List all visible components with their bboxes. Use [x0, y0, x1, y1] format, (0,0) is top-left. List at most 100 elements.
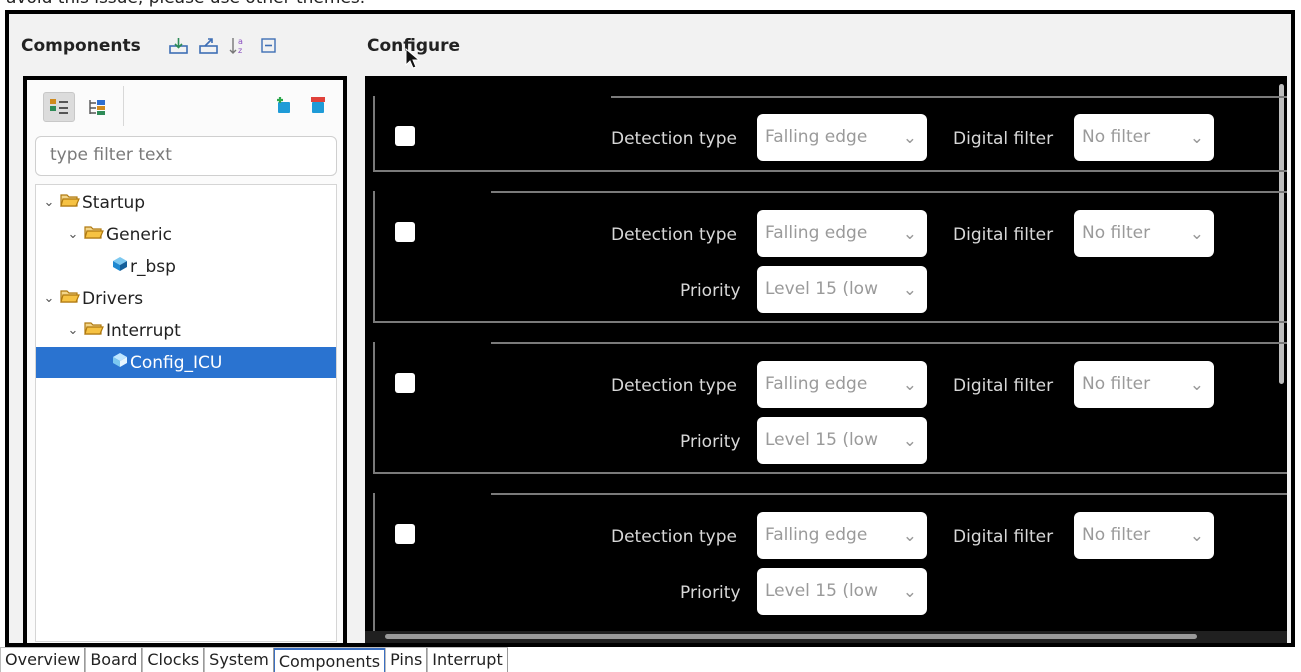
chevron-down-icon: ⌄ [1189, 128, 1204, 148]
irq-enable-checkbox[interactable] [395, 373, 415, 393]
detection-type-label: Detection type [611, 129, 737, 149]
group-border [491, 493, 1287, 495]
digital-filter-select[interactable]: No filter ⌄ [1074, 114, 1214, 161]
sort-icon[interactable]: az [229, 36, 248, 55]
components-panel: type filter text ⌄ Startup ⌄ Generic r_b… [23, 76, 347, 647]
priority-select[interactable]: Level 15 (low ⌄ [757, 417, 927, 464]
components-view-icon[interactable] [43, 92, 75, 122]
priority-select[interactable]: Level 15 (low ⌄ [757, 266, 927, 313]
chevron-down-icon: ⌄ [1189, 224, 1204, 244]
svg-text:a: a [238, 37, 243, 46]
component-icon [112, 256, 128, 277]
tree-item-config-icu[interactable]: Config_ICU [36, 347, 336, 378]
chevron-down-icon: ⌄ [902, 375, 917, 395]
view-tabs [43, 92, 113, 122]
tab-system[interactable]: System [204, 648, 274, 672]
group-border [611, 96, 1287, 98]
group-border [373, 170, 1287, 172]
tab-pins[interactable]: Pins [385, 648, 428, 672]
folder-open-icon [84, 224, 104, 245]
background-caption: avoid this issue, please use other theme… [6, 0, 365, 8]
chevron-down-icon[interactable]: ⌄ [42, 195, 56, 210]
export-icon[interactable] [199, 36, 218, 55]
horizontal-scrollbar[interactable] [385, 634, 1197, 639]
component-actions [275, 96, 327, 118]
tab-interrupt[interactable]: Interrupt [427, 648, 508, 672]
group-border [373, 191, 375, 321]
chevron-down-icon[interactable]: ⌄ [66, 227, 80, 242]
group-border [491, 191, 1287, 193]
components-header: Components az [9, 14, 353, 76]
component-tree: ⌄ Startup ⌄ Generic r_bsp ⌄ Drivers ⌄ In… [35, 184, 337, 642]
digital-filter-select[interactable]: No filter ⌄ [1074, 512, 1214, 559]
filter-input[interactable]: type filter text [35, 136, 337, 176]
detection-type-select[interactable]: Falling edge ⌄ [757, 210, 927, 257]
configure-panel: Detection type Falling edge ⌄ Digital fil… [365, 76, 1287, 634]
folder-open-icon [60, 192, 80, 213]
import-icon[interactable] [169, 36, 188, 55]
horizontal-scrollbar-track [365, 631, 1287, 643]
hierarchy-view-icon[interactable] [81, 92, 113, 122]
tree-item-generic[interactable]: ⌄ Generic [36, 219, 336, 250]
chevron-down-icon: ⌄ [902, 224, 917, 244]
digital-filter-label: Digital filter [953, 225, 1054, 245]
select-value: Falling edge [765, 525, 868, 545]
chevron-down-icon[interactable]: ⌄ [42, 291, 56, 306]
detection-type-select[interactable]: Falling edge ⌄ [757, 114, 927, 161]
detection-type-select[interactable]: Falling edge ⌄ [757, 512, 927, 559]
remove-component-icon[interactable] [309, 96, 327, 118]
select-value: Level 15 (low [765, 279, 878, 299]
priority-label: Priority [680, 583, 741, 603]
select-value: Level 15 (low [765, 430, 878, 450]
digital-filter-select[interactable]: No filter ⌄ [1074, 361, 1214, 408]
tree-item-label: Startup [82, 192, 146, 213]
tree-item-label: Drivers [82, 288, 144, 309]
chevron-down-icon: ⌄ [902, 128, 917, 148]
priority-label: Priority [680, 281, 741, 301]
irq-enable-checkbox[interactable] [395, 126, 415, 146]
irq-enable-checkbox[interactable] [395, 222, 415, 242]
digital-filter-label: Digital filter [953, 376, 1054, 396]
tab-clocks[interactable]: Clocks [142, 648, 205, 672]
smart-configurator-window: Components az type filter text ⌄ Startup… [5, 10, 1295, 647]
configure-header: Configure [353, 14, 1291, 76]
digital-filter-label: Digital filter [953, 527, 1054, 547]
chevron-down-icon: ⌄ [902, 431, 917, 451]
tree-item-drivers[interactable]: ⌄ Drivers [36, 283, 336, 314]
components-toolbar: az [169, 36, 278, 55]
group-border [373, 472, 1287, 474]
tree-item-interrupt[interactable]: ⌄ Interrupt [36, 315, 336, 346]
irq-enable-checkbox[interactable] [395, 524, 415, 544]
chevron-down-icon: ⌄ [1189, 375, 1204, 395]
chevron-down-icon: ⌄ [902, 280, 917, 300]
tab-overview[interactable]: Overview [0, 648, 86, 672]
tree-item-label: Config_ICU [130, 352, 223, 373]
select-value: No filter [1082, 374, 1151, 394]
detection-type-select[interactable]: Falling edge ⌄ [757, 361, 927, 408]
chevron-down-icon[interactable]: ⌄ [66, 323, 80, 338]
detection-type-label: Detection type [611, 225, 737, 245]
editor-tabs: Overview Board Clocks System Components … [0, 647, 508, 672]
component-icon [112, 352, 128, 373]
select-value: Level 15 (low [765, 581, 878, 601]
select-value: No filter [1082, 127, 1151, 147]
collapse-all-icon[interactable] [259, 36, 278, 55]
folder-open-icon [84, 320, 104, 341]
add-component-icon[interactable] [275, 96, 293, 118]
select-value: Falling edge [765, 223, 868, 243]
chevron-down-icon: ⌄ [1189, 526, 1204, 546]
priority-select[interactable]: Level 15 (low ⌄ [757, 568, 927, 615]
select-value: No filter [1082, 223, 1151, 243]
digital-filter-label: Digital filter [953, 129, 1054, 149]
select-value: No filter [1082, 525, 1151, 545]
tree-item-label: r_bsp [130, 256, 176, 277]
detection-type-label: Detection type [611, 376, 737, 396]
digital-filter-select[interactable]: No filter ⌄ [1074, 210, 1214, 257]
chevron-down-icon: ⌄ [902, 526, 917, 546]
tab-components[interactable]: Components [273, 648, 386, 672]
group-border [491, 342, 1287, 344]
detection-type-label: Detection type [611, 527, 737, 547]
tab-board[interactable]: Board [85, 648, 143, 672]
tree-item-startup[interactable]: ⌄ Startup [36, 187, 336, 218]
tree-item-r-bsp[interactable]: r_bsp [36, 251, 336, 282]
